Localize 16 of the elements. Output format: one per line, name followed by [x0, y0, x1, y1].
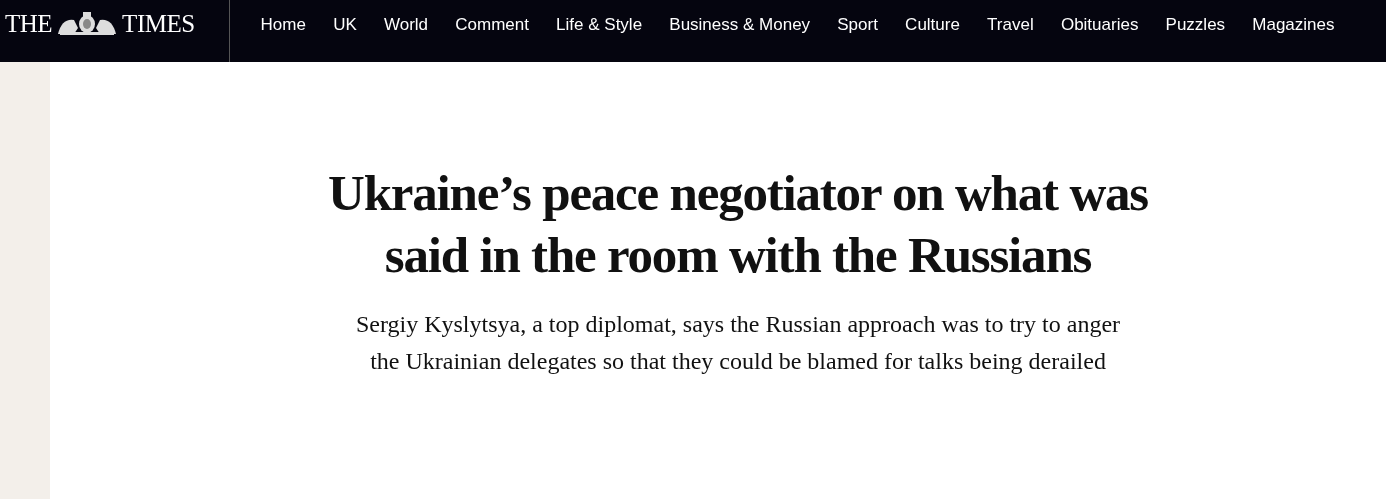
logo-text[interactable]: THE [5, 10, 53, 38]
nav-link[interactable]: Travel [973, 14, 1048, 36]
standfirst: Sergiy Kyslytsya, a top diplomat, says the Russian approach was to try to anger the Ukrainian delegates so that they could be blamed for talks being derailed [354, 310, 1122, 376]
logo-text[interactable]: TIMES [122, 10, 195, 38]
nav-link[interactable]: UK [319, 14, 371, 36]
nav-link[interactable]: Obituaries [1047, 14, 1152, 36]
nav-link[interactable]: Puzzles [1152, 14, 1239, 36]
nav-link[interactable]: Comment [441, 14, 543, 36]
nav-link[interactable]: World [370, 14, 442, 36]
nav-link[interactable]: Sport [823, 14, 892, 36]
nav-link[interactable]: Culture [891, 14, 974, 36]
nav-link[interactable]: Life & Style [542, 14, 656, 36]
nav-link[interactable]: Magazines [1238, 14, 1349, 36]
headline: Ukraine’s peace negotiator on what was said in the room with the Russians [327, 164, 1149, 285]
nav-link[interactable]: Business & Money [655, 14, 824, 36]
nav-link[interactable]: Home [247, 14, 320, 36]
